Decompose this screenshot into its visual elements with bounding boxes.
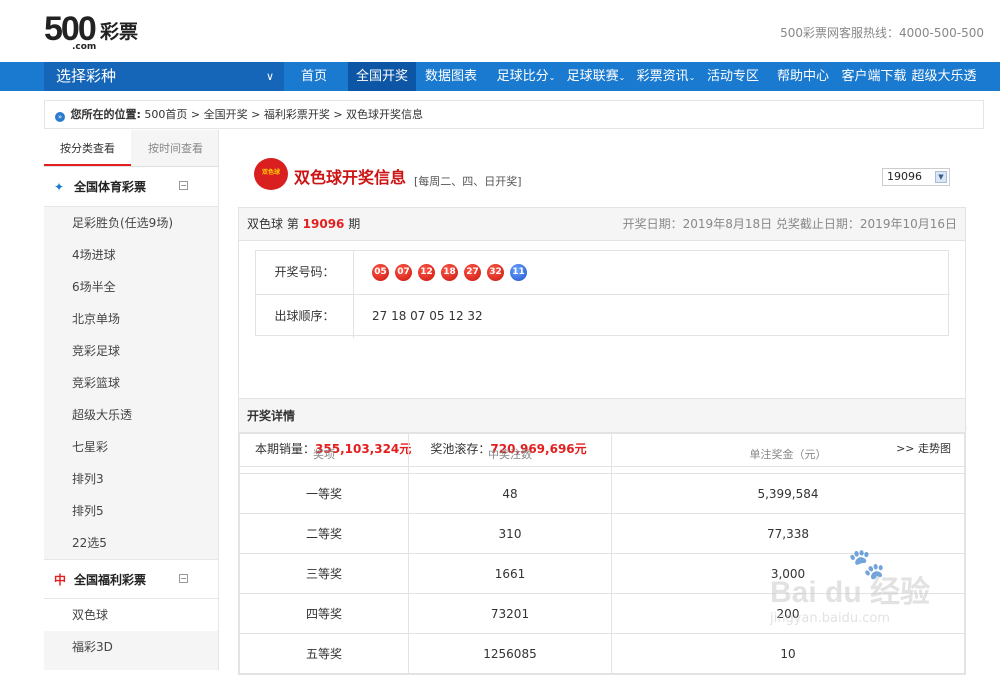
sidebar: 按分类查看 按时间查看 ✦ 全国体育彩票 − 足彩胜负(任选9场) 4场进球 6… <box>44 130 219 670</box>
sidebar-group-welfare[interactable]: 中 全国福利彩票 − <box>44 559 218 599</box>
sidebar-item[interactable]: 排列5 <box>44 495 218 527</box>
prize-table: 奖项 中奖注数 单注奖金（元） 一等奖 48 5,399,584 二等奖 310… <box>239 433 965 674</box>
main-nav: 选择彩种 ∨ 首页 全国开奖 数据图表 足球比分⌄ 足球联赛⌄ 彩票资讯⌄ 活动… <box>0 62 1000 91</box>
draw-dates: 开奖日期：2019年8月18日 兑奖截止日期：2019年10月16日 <box>622 217 957 231</box>
logo-domain: .com <box>72 42 97 52</box>
service-hotline: 500彩票网客服热线：4000-500-500 <box>780 26 984 40</box>
sidebar-item[interactable]: 竞彩篮球 <box>44 367 218 399</box>
winning-number-row: 开奖号码： 05 07 12 18 27 32 11 <box>256 251 950 294</box>
nav-item-help[interactable]: 帮助中心 <box>772 62 834 91</box>
sidebar-tabs: 按分类查看 按时间查看 <box>44 130 218 167</box>
lottery-select-label: 选择彩种 <box>56 67 117 85</box>
table-row: 二等奖 310 77,338 <box>239 513 965 554</box>
sports-lottery-icon: ✦ <box>54 180 65 194</box>
table-row: 四等奖 73201 200 <box>239 593 965 634</box>
issue-dropdown[interactable]: 19096 ▼ <box>882 168 950 186</box>
issue-prefix: 双色球 第 <box>247 217 299 231</box>
sidebar-group-label: 全国体育彩票 <box>74 180 147 194</box>
red-ball: 32 <box>487 264 504 281</box>
tab-by-category[interactable]: 按分类查看 <box>44 130 131 166</box>
sidebar-group-sports[interactable]: ✦ 全国体育彩票 − <box>44 167 218 207</box>
lottery-select[interactable]: 选择彩种 ∨ <box>44 62 284 91</box>
sidebar-item[interactable]: 足彩胜负(任选9场) <box>44 207 218 239</box>
ssq-logo-badge: 双色球 <box>254 158 288 190</box>
winning-numbers: 05 07 12 18 27 32 11 <box>372 251 533 294</box>
draw-order: 27 18 07 05 12 32 <box>372 309 483 323</box>
table-row: 三等奖 1661 3,000 <box>239 553 965 594</box>
column-header: 单注奖金（元） <box>611 433 965 474</box>
red-ball: 05 <box>372 264 389 281</box>
column-header: 中奖注数 <box>408 433 612 474</box>
sidebar-item[interactable]: 七星彩 <box>44 431 218 463</box>
issue-number: 19096 <box>302 217 345 231</box>
nav-item-national-draw[interactable]: 全国开奖 <box>348 62 416 91</box>
collapse-icon[interactable]: − <box>179 181 188 190</box>
draw-schedule: [每周二、四、日开奖] <box>414 175 522 188</box>
nav-item-home[interactable]: 首页 <box>290 62 338 91</box>
red-ball: 27 <box>464 264 481 281</box>
site-logo[interactable]: 500 彩票 .com <box>44 10 144 52</box>
nav-item-super-lotto[interactable]: 超级大乐透 <box>908 62 980 91</box>
sidebar-item[interactable]: 超级大乐透 <box>44 399 218 431</box>
table-row: 五等奖 1256085 10 <box>239 633 965 674</box>
badge-text: 双色球 <box>261 169 280 176</box>
tab-by-time[interactable]: 按时间查看 <box>132 130 219 166</box>
top-header: 500 彩票 .com 500彩票网客服热线：4000-500-500 <box>0 0 1000 62</box>
sidebar-item[interactable]: 竞彩足球 <box>44 335 218 367</box>
logo-text: 彩票 <box>100 21 139 43</box>
winning-number-label: 开奖号码： <box>256 251 354 294</box>
sidebar-item[interactable]: 北京单场 <box>44 303 218 335</box>
column-header: 奖项 <box>239 433 409 474</box>
red-ball: 07 <box>395 264 412 281</box>
page-title: 双色球开奖信息 <box>294 168 407 187</box>
prize-detail-title: 开奖详情 <box>239 399 965 433</box>
sidebar-item-current[interactable]: 双色球 <box>44 599 218 631</box>
chevron-down-icon[interactable]: ▼ <box>935 171 947 183</box>
breadcrumb-path[interactable]: 500首页 > 全国开奖 > 福利彩票开奖 > 双色球开奖信息 <box>144 108 423 121</box>
chevron-down-icon: ∨ <box>265 70 274 83</box>
double-arrow-icon: » <box>55 112 65 122</box>
table-row: 一等奖 48 5,399,584 <box>239 473 965 514</box>
sidebar-item[interactable]: 排列3 <box>44 463 218 495</box>
nav-item-football-league[interactable]: 足球联赛⌄ <box>562 62 630 91</box>
nav-item-charts[interactable]: 数据图表 <box>418 62 484 91</box>
winning-code-box: 开奖号码： 05 07 12 18 27 32 11 出球顺序： 27 18 07 05 1… <box>255 250 950 338</box>
red-ball: 18 <box>441 264 458 281</box>
sidebar-item[interactable]: 福彩3D <box>44 631 218 663</box>
red-ball: 12 <box>418 264 435 281</box>
nav-item-client-download[interactable]: 客户端下载 <box>838 62 910 91</box>
issue-header: 双色球 第 19096 期 开奖日期：2019年8月18日 兑奖截止日期：201… <box>239 208 965 241</box>
blue-ball: 11 <box>510 264 527 281</box>
sidebar-item[interactable]: 22选5 <box>44 527 218 559</box>
sidebar-group-label: 全国福利彩票 <box>74 573 147 587</box>
nav-item-news[interactable]: 彩票资讯⌄ <box>632 62 700 91</box>
draw-order-row: 出球顺序： 27 18 07 05 12 32 <box>256 294 950 338</box>
collapse-icon[interactable]: − <box>179 574 188 583</box>
issue-dropdown-value: 19096 <box>887 170 922 183</box>
prize-detail: 开奖详情 奖项 中奖注数 单注奖金（元） 一等奖 48 5,399,584 二等… <box>238 398 966 675</box>
sidebar-item[interactable]: 4场进球 <box>44 239 218 271</box>
table-header-row: 奖项 中奖注数 单注奖金（元） <box>239 433 965 474</box>
draw-order-label: 出球顺序： <box>256 295 354 338</box>
nav-item-events[interactable]: 活动专区 <box>702 62 764 91</box>
breadcrumb-prefix: 您所在的位置: <box>70 108 141 121</box>
breadcrumb: » 您所在的位置: 500首页 > 全国开奖 > 福利彩票开奖 > 双色球开奖信… <box>44 100 984 129</box>
welfare-lottery-icon: 中 <box>54 573 67 587</box>
nav-item-football-score[interactable]: 足球比分⌄ <box>492 62 560 91</box>
issue-suffix: 期 <box>348 217 361 231</box>
sidebar-item[interactable]: 6场半全 <box>44 271 218 303</box>
